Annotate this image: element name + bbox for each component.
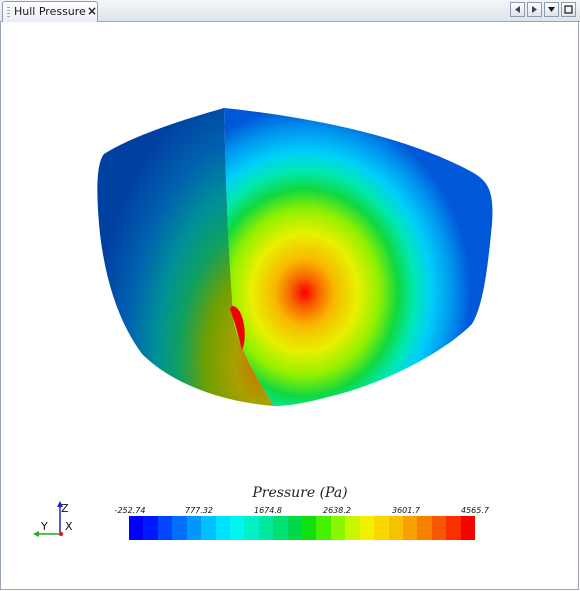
color-swatch bbox=[359, 516, 375, 540]
color-swatch bbox=[446, 516, 461, 540]
color-swatch bbox=[258, 516, 274, 540]
next-view-button[interactable] bbox=[527, 2, 542, 17]
arrow-right-icon bbox=[532, 6, 537, 13]
color-swatch bbox=[172, 516, 187, 540]
color-swatch bbox=[374, 516, 389, 540]
scalar-bar-tick: -252.74 bbox=[114, 506, 146, 515]
scalar-bar-tick: 1674.8 bbox=[254, 506, 282, 515]
color-swatch bbox=[129, 516, 144, 540]
color-swatch bbox=[287, 516, 303, 540]
color-swatch bbox=[244, 516, 259, 540]
axis-triad: Z Y X bbox=[30, 500, 80, 540]
previous-view-button[interactable] bbox=[510, 2, 525, 17]
scalar-bar-tick: 777.32 bbox=[185, 506, 213, 515]
color-swatch bbox=[143, 516, 158, 540]
axis-y-label: Y bbox=[41, 520, 48, 533]
color-swatch bbox=[431, 516, 447, 540]
chevron-down-icon bbox=[548, 7, 555, 12]
color-swatch bbox=[186, 516, 202, 540]
axis-z-label: Z bbox=[61, 502, 69, 515]
maximize-icon bbox=[564, 5, 573, 14]
close-icon[interactable]: × bbox=[87, 4, 97, 18]
color-swatch bbox=[215, 516, 230, 540]
scalar-bar-tick: 4565.7 bbox=[461, 506, 489, 515]
color-swatch bbox=[316, 516, 331, 540]
color-swatch bbox=[330, 516, 346, 540]
view-menu-button[interactable] bbox=[544, 2, 559, 17]
axis-x-label: X bbox=[65, 520, 73, 533]
color-swatch bbox=[403, 516, 418, 540]
scalar-bar-title: Pressure (Pa) bbox=[252, 485, 348, 501]
scalar-bar-tick: 2638.2 bbox=[323, 506, 351, 515]
color-swatch bbox=[417, 516, 432, 540]
color-swatch bbox=[273, 516, 288, 540]
hull-right-face bbox=[224, 108, 493, 406]
color-swatch bbox=[201, 516, 216, 540]
tab-hull-pressure[interactable]: Hull Pressure × bbox=[2, 1, 98, 22]
color-swatch bbox=[345, 516, 360, 540]
maximize-button[interactable] bbox=[561, 2, 576, 17]
tab-bar: Hull Pressure × bbox=[0, 0, 580, 22]
tab-grip-icon bbox=[7, 7, 10, 17]
color-swatch bbox=[229, 516, 245, 540]
scalar-bar-color-scale bbox=[129, 516, 476, 540]
arrow-left-icon bbox=[515, 6, 520, 13]
color-swatch bbox=[302, 516, 317, 540]
color-swatch bbox=[157, 516, 173, 540]
hull-pressure-surface bbox=[97, 108, 493, 406]
scalar-bar-tick: 3601.7 bbox=[392, 506, 420, 515]
view-nav-buttons bbox=[510, 2, 576, 19]
color-swatch bbox=[460, 516, 476, 540]
tab-label: Hull Pressure bbox=[14, 5, 86, 18]
3d-viewport[interactable]: Z Y X bbox=[2, 24, 578, 589]
color-swatch bbox=[388, 516, 404, 540]
